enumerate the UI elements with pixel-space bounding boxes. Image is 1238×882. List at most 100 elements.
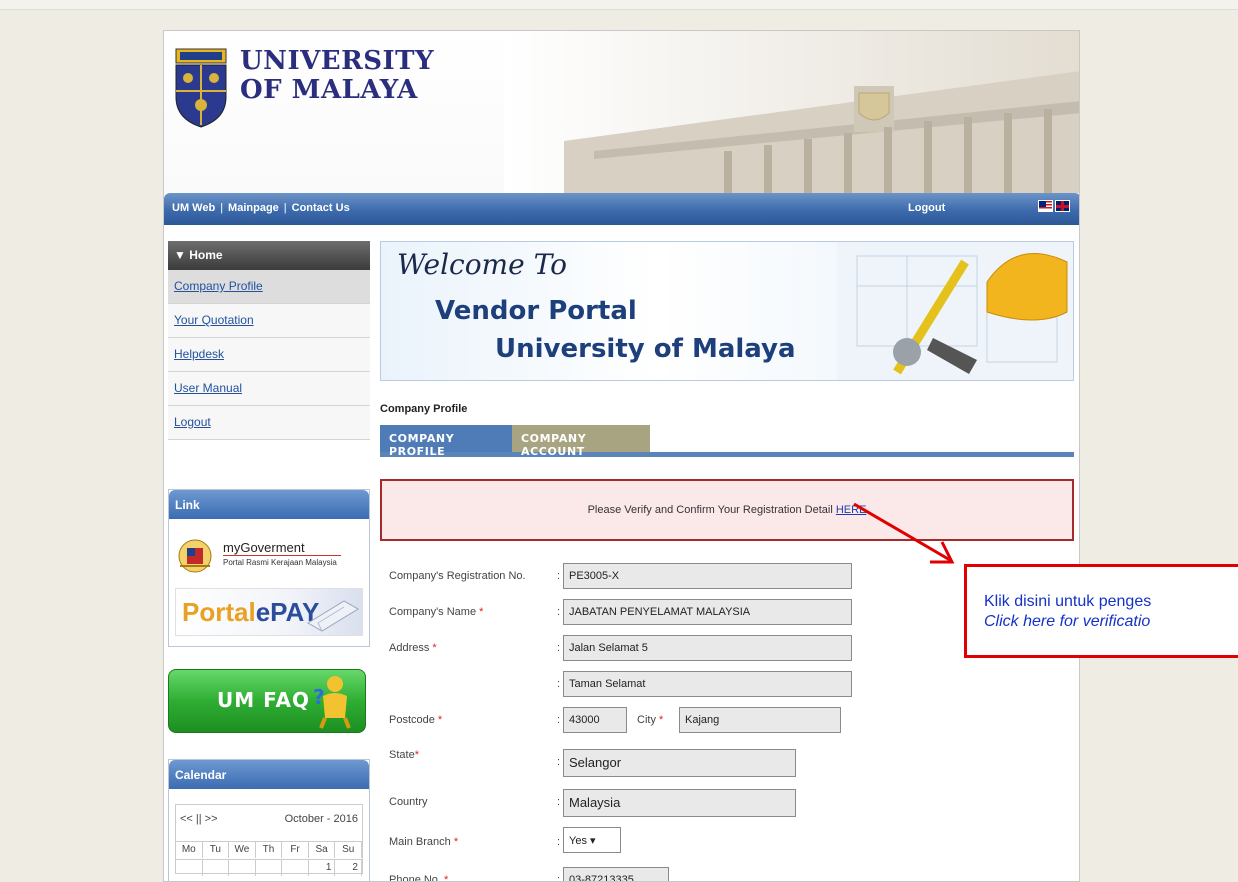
main-branch-select[interactable]: Yes ▾ — [563, 827, 621, 853]
field-colon: : — [557, 642, 561, 654]
top-navbar: UM Web | Mainpage | Contact Us Logout — [164, 193, 1079, 225]
state-label-text: State — [389, 749, 415, 761]
tab-company-profile[interactable]: COMPANY PROFILE — [380, 425, 512, 458]
registration-no-field[interactable]: PE3005-X — [563, 563, 852, 589]
required-mark: * — [479, 606, 484, 618]
crest-icon — [175, 48, 227, 128]
faq-figure-icon: ? — [313, 676, 351, 729]
annotation-malay-text: Klik disini untuk penges — [984, 593, 1152, 610]
site-header: UNIVERSITY OF MALAYA — [164, 31, 1079, 193]
nav-separator: | — [283, 202, 287, 214]
postcode-field[interactable]: 43000 — [563, 707, 627, 733]
university-name: UNIVERSITY OF MALAYA — [240, 47, 434, 105]
address-label: Address * — [389, 642, 437, 654]
postcode-label-text: Postcode — [389, 714, 438, 726]
phone-label-text: Phone No. — [389, 874, 445, 882]
field-colon: : — [557, 678, 561, 690]
state-label: State* — [389, 749, 419, 761]
required-mark: * — [444, 874, 449, 882]
building-image — [504, 31, 1079, 193]
university-name-line2: OF MALAYA — [240, 75, 418, 105]
calendar-date-cell — [176, 860, 203, 876]
verification-message: Please Verify and Confirm Your Registrat… — [587, 504, 836, 516]
country-field[interactable]: Malaysia — [563, 789, 796, 817]
phone-field[interactable]: 03-87213335 — [563, 867, 669, 881]
state-field[interactable]: Selangor — [563, 749, 796, 777]
calendar-date-cell — [229, 860, 256, 876]
annotation-callout: Klik disini untuk penges Click here for … — [964, 564, 1238, 658]
link-box: Link myGoverment Portal Rasmi Kerajaan M… — [168, 489, 370, 647]
form-row-postcode: Postcode * : 43000 City * Kajang — [380, 705, 1074, 735]
city-field[interactable]: Kajang — [679, 707, 841, 733]
portal-epay-link[interactable]: PortalePAY — [175, 588, 363, 636]
calendar-date-cell[interactable]: 1 — [309, 860, 336, 876]
required-mark: * — [453, 836, 459, 848]
sidebar-item-user-manual[interactable]: User Manual — [168, 372, 370, 406]
nav-logout-link[interactable]: Logout — [908, 202, 945, 214]
field-colon: : — [557, 570, 561, 582]
company-name-field[interactable]: JABATAN PENYELAMAT MALAYSIA — [563, 599, 852, 625]
weekday-label: Tu — [203, 842, 230, 858]
required-mark: * — [432, 642, 437, 654]
form-row-address-2: : Taman Selamat — [380, 669, 1074, 699]
field-colon: : — [557, 796, 561, 808]
svg-text:?: ? — [313, 685, 325, 709]
calendar-weekdays: Mo Tu We Th Fr Sa Su — [176, 841, 362, 858]
required-mark: * — [437, 714, 443, 726]
address-line2-field[interactable]: Taman Selamat — [563, 671, 852, 697]
nav-links: UM Web | Mainpage | Contact Us — [172, 202, 350, 214]
page-container: UNIVERSITY OF MALAYA UM Web | Mainpage |… — [163, 30, 1080, 882]
calendar-title: Calendar — [169, 760, 369, 789]
company-name-label-text: Company's Name — [389, 606, 480, 618]
sidebar-item-company-profile[interactable]: Company Profile — [168, 270, 370, 304]
sidebar-item-helpdesk[interactable]: Helpdesk — [168, 338, 370, 372]
phone-label: Phone No. * — [389, 874, 449, 882]
verification-alert: Please Verify and Confirm Your Registrat… — [380, 479, 1074, 541]
form-row-country: Country : Malaysia — [380, 787, 1074, 817]
annotation-arrow-icon — [853, 502, 955, 564]
calendar-date-cell — [203, 860, 230, 876]
field-colon: : — [557, 756, 561, 768]
browser-top-strip — [0, 0, 1238, 10]
calendar-widget: Calendar << || >> October - 2016 Mo Tu W… — [168, 759, 370, 881]
field-colon: : — [557, 836, 561, 848]
address-line1-field[interactable]: Jalan Selamat 5 — [563, 635, 852, 661]
nav-link-mainpage[interactable]: Mainpage — [228, 202, 279, 214]
epay-logo-text: PortalePAY — [182, 597, 319, 628]
laptop-hand-icon — [307, 600, 359, 632]
construction-tools-image — [837, 242, 1073, 380]
form-row-main-branch: Main Branch * : Yes ▾ — [380, 825, 1074, 855]
form-row-phone: Phone No. * : 03-87213335 — [380, 865, 1074, 882]
annotation-english-text: Click here for verificatio — [984, 613, 1151, 630]
calendar-dates: 1 2 — [176, 859, 362, 876]
main-branch-label: Main Branch * — [389, 836, 458, 848]
sidebar-item-your-quotation[interactable]: Your Quotation — [168, 304, 370, 338]
malaysia-coat-of-arms-icon — [178, 539, 212, 573]
nav-link-um-web[interactable]: UM Web — [172, 202, 215, 214]
calendar-navigation[interactable]: << || >> — [180, 813, 218, 825]
sidebar-item-logout[interactable]: Logout — [168, 406, 370, 440]
mygovernment-link[interactable]: myGoverment Portal Rasmi Kerajaan Malays… — [175, 536, 365, 576]
banner-welcome-text: Welcome To — [397, 248, 567, 281]
address-label-text: Address — [389, 642, 433, 654]
um-faq-button[interactable]: UM FAQ ? — [168, 669, 366, 733]
field-colon: : — [557, 874, 561, 882]
malaysia-flag-icon[interactable] — [1038, 200, 1053, 212]
field-colon: : — [557, 714, 561, 726]
sidebar-home-header[interactable]: ▼ Home — [168, 241, 370, 270]
registration-label: Company's Registration No. — [389, 570, 526, 582]
mygov-underline — [223, 555, 341, 556]
weekday-label: Mo — [176, 842, 203, 858]
city-label: City * — [637, 714, 663, 726]
tab-company-account[interactable]: COMPANY ACCOUNT — [512, 425, 650, 458]
calendar-month: October - 2016 — [284, 813, 358, 825]
required-mark: * — [414, 749, 419, 761]
mygov-subtitle: Portal Rasmi Kerajaan Malaysia — [223, 558, 337, 567]
university-name-line1: UNIVERSITY — [240, 46, 435, 76]
language-flags — [1038, 200, 1070, 212]
epay-logo-part1: Portal — [182, 597, 256, 627]
nav-link-contact-us[interactable]: Contact Us — [292, 202, 350, 214]
uk-flag-icon[interactable] — [1055, 200, 1070, 212]
calendar-date-cell[interactable]: 2 — [335, 860, 362, 876]
university-logo[interactable]: UNIVERSITY OF MALAYA — [172, 45, 434, 155]
